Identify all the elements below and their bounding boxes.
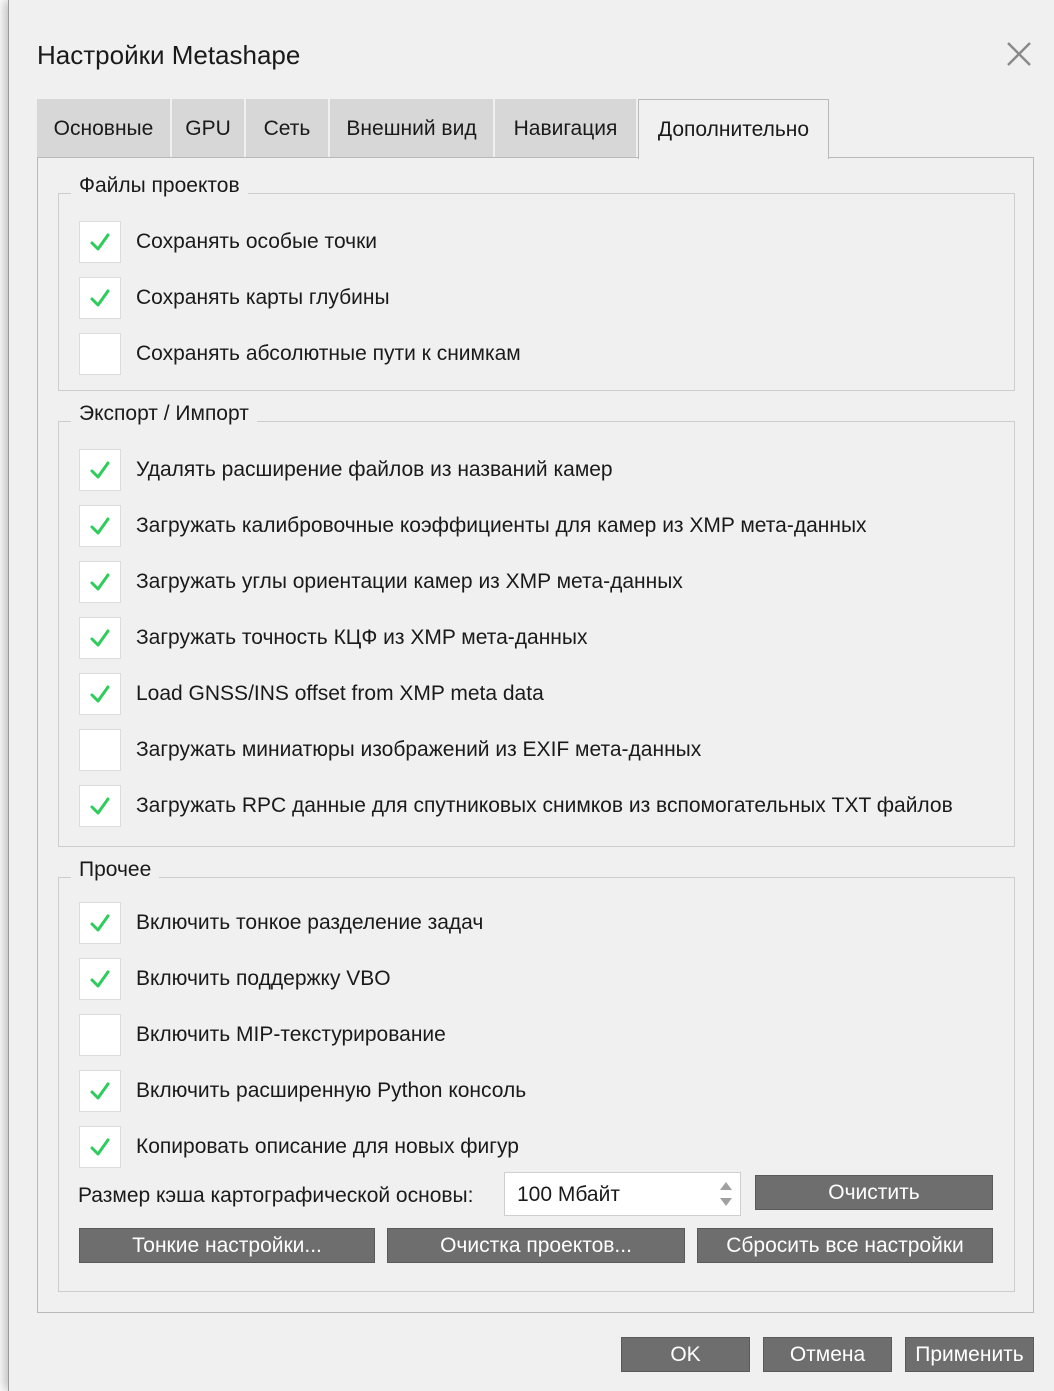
- checkmark-icon: [90, 629, 110, 647]
- advanced-tab-pane: Файлы проектов Сохранять особые точки Со…: [37, 157, 1034, 1313]
- checkmark-icon: [90, 914, 110, 932]
- checkbox-box[interactable]: [79, 1126, 121, 1168]
- close-icon: [1007, 42, 1031, 66]
- dialog-title: Настройки Metashape: [37, 40, 301, 70]
- checkmark-icon: [90, 797, 110, 815]
- tab-advanced[interactable]: Дополнительно: [638, 99, 829, 159]
- cancel-button[interactable]: Отмена: [763, 1337, 892, 1372]
- checkmark-icon: [90, 1138, 110, 1156]
- checkbox-box[interactable]: [79, 1014, 121, 1056]
- checkbox-label: Включить MIP-текстурирование: [136, 1023, 446, 1046]
- checkmark-icon: [90, 685, 110, 703]
- checkbox-load-exif-thumbnails[interactable]: Загружать миниатюры изображений из EXIF …: [79, 727, 701, 773]
- checkbox-mip-texturing[interactable]: Включить MIP-текстурирование: [79, 1012, 446, 1058]
- checkmark-icon: [90, 970, 110, 988]
- project-files-group: Файлы проектов Сохранять особые точки Со…: [58, 174, 1015, 391]
- checkbox-load-calibration-xmp[interactable]: Загружать калибровочные коэффициенты для…: [79, 503, 867, 549]
- checkbox-label: Загружать точность КЦФ из XMP мета-данны…: [136, 626, 588, 649]
- tab-network[interactable]: Сеть: [246, 99, 328, 158]
- spin-arrows-icon[interactable]: [716, 1179, 736, 1209]
- tab-label: Внешний вид: [346, 116, 477, 140]
- checkbox-vbo-support[interactable]: Включить поддержку VBO: [79, 956, 391, 1002]
- checkbox-label: Сохранять карты глубины: [136, 286, 390, 309]
- checkbox-load-accuracy-xmp[interactable]: Загружать точность КЦФ из XMP мета-данны…: [79, 615, 588, 661]
- checkbox-label: Load GNSS/INS offset from XMP meta data: [136, 682, 544, 705]
- apply-button[interactable]: Применить: [905, 1337, 1034, 1372]
- checkbox-label: Загружать углы ориентации камер из XMP м…: [136, 570, 683, 593]
- clean-projects-button[interactable]: Очистка проектов...: [387, 1228, 685, 1263]
- tab-appearance[interactable]: Внешний вид: [330, 99, 493, 158]
- checkbox-label: Включить расширенную Python консоль: [136, 1079, 527, 1102]
- fine-settings-button[interactable]: Тонкие настройки...: [79, 1228, 375, 1263]
- checkbox-box[interactable]: [79, 333, 121, 375]
- checkbox-strip-extensions[interactable]: Удалять расширение файлов из названий ка…: [79, 447, 613, 493]
- checkmark-icon: [90, 1082, 110, 1100]
- group-title: Прочее: [71, 858, 160, 882]
- checkmark-icon: [90, 573, 110, 591]
- checkbox-box[interactable]: [79, 785, 121, 827]
- checkbox-python-console[interactable]: Включить расширенную Python консоль: [79, 1068, 526, 1114]
- cache-size-value: 100 Мбайт: [517, 1183, 620, 1206]
- tab-gpu[interactable]: GPU: [172, 99, 244, 158]
- checkbox-box[interactable]: [79, 449, 121, 491]
- checkmark-icon: [90, 517, 110, 535]
- checkmark-icon: [90, 289, 110, 307]
- checkbox-label: Сохранять абсолютные пути к снимкам: [136, 342, 521, 365]
- checkbox-fine-task-split[interactable]: Включить тонкое разделение задач: [79, 900, 483, 946]
- checkbox-box[interactable]: [79, 561, 121, 603]
- checkbox-load-orientation-xmp[interactable]: Загружать углы ориентации камер из XMP м…: [79, 559, 683, 605]
- checkmark-icon: [90, 233, 110, 251]
- checkbox-box[interactable]: [79, 729, 121, 771]
- checkbox-label: Удалять расширение файлов из названий ка…: [136, 458, 613, 481]
- cache-size-spinbox[interactable]: 100 Мбайт: [504, 1172, 741, 1216]
- checkmark-icon: [90, 461, 110, 479]
- checkbox-box[interactable]: [79, 902, 121, 944]
- checkbox-label: Сохранять особые точки: [136, 230, 378, 253]
- checkbox-label: Загружать калибровочные коэффициенты для…: [136, 514, 867, 537]
- reset-all-button[interactable]: Сбросить все настройки: [697, 1228, 993, 1263]
- group-title: Экспорт / Импорт: [71, 402, 257, 426]
- close-button[interactable]: [1003, 38, 1035, 70]
- group-title: Файлы проектов: [71, 174, 248, 198]
- checkbox-box[interactable]: [79, 505, 121, 547]
- tab-label: Основные: [53, 116, 154, 140]
- checkbox-label: Включить поддержку VBO: [136, 967, 391, 990]
- checkbox-save-depth-maps[interactable]: Сохранять карты глубины: [79, 275, 390, 321]
- checkbox-box[interactable]: [79, 958, 121, 1000]
- checkbox-label: Загружать миниатюры изображений из EXIF …: [136, 738, 702, 761]
- checkbox-copy-description[interactable]: Копировать описание для новых фигур: [79, 1124, 519, 1170]
- checkbox-load-gnss-offset[interactable]: Load GNSS/INS offset from XMP meta data: [79, 671, 544, 717]
- checkbox-box[interactable]: [79, 277, 121, 319]
- checkbox-box[interactable]: [79, 221, 121, 263]
- tab-label: Навигация: [513, 116, 618, 140]
- tab-label: Сеть: [263, 116, 311, 140]
- cache-size-label: Размер кэша картографической основы:: [78, 1184, 474, 1207]
- checkbox-label: Загружать RPC данные для спутниковых сни…: [136, 794, 953, 817]
- checkbox-label: Включить тонкое разделение задач: [136, 911, 484, 934]
- tab-basic[interactable]: Основные: [37, 99, 170, 158]
- checkbox-label: Копировать описание для новых фигур: [136, 1135, 519, 1158]
- tab-label: Дополнительно: [657, 117, 810, 141]
- checkbox-load-rpc-txt[interactable]: Загружать RPC данные для спутниковых сни…: [79, 783, 953, 829]
- export-import-group: Экспорт / Импорт Удалять расширение файл…: [58, 402, 1015, 847]
- checkbox-save-absolute-paths[interactable]: Сохранять абсолютные пути к снимкам: [79, 331, 521, 377]
- tab-navigation[interactable]: Навигация: [495, 99, 636, 158]
- checkbox-save-keypoints[interactable]: Сохранять особые точки: [79, 219, 377, 265]
- clear-cache-button[interactable]: Очистить: [755, 1175, 993, 1210]
- settings-dialog: Настройки Metashape Основные GPU Сеть Вн…: [8, 0, 1054, 1391]
- checkbox-box[interactable]: [79, 617, 121, 659]
- checkbox-box[interactable]: [79, 1070, 121, 1112]
- ok-button[interactable]: OK: [621, 1337, 750, 1372]
- checkbox-box[interactable]: [79, 673, 121, 715]
- tab-label: GPU: [185, 116, 231, 140]
